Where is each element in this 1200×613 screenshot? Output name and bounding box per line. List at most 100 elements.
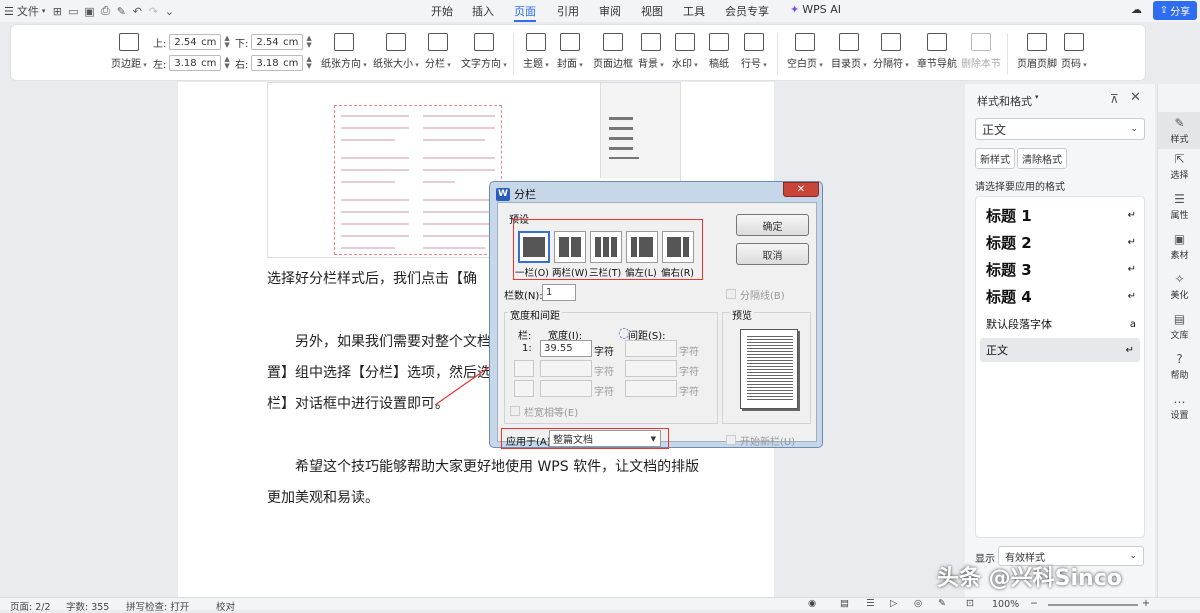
manuscript-button[interactable]: 稿纸 <box>709 33 729 70</box>
style-item-body[interactable]: 正文 ↵ <box>980 338 1140 362</box>
header-footer-button[interactable]: 页眉页脚 <box>1017 33 1057 70</box>
spin-icon[interactable]: ▲ ▼ <box>224 56 229 70</box>
zoom-level[interactable]: 100% <box>992 599 1019 610</box>
section-nav-button[interactable]: 章节导航 <box>917 33 957 70</box>
row2-width-input[interactable] <box>540 360 592 377</box>
spell-check[interactable]: 拼写检查: 打开 <box>126 599 189 613</box>
left-margin-field[interactable]: 左: 3.18 cm ▲ ▼ <box>153 55 230 71</box>
rightbar-settings[interactable]: … 设置 <box>1158 392 1200 421</box>
ok-button[interactable]: 确定 <box>736 214 809 236</box>
preset-one-column[interactable] <box>518 231 550 263</box>
row1-width-input[interactable]: 39.55 <box>540 340 592 357</box>
outline-view-icon[interactable]: ☰ <box>866 598 875 609</box>
globe-icon[interactable]: ◎ <box>914 598 922 609</box>
background-button[interactable]: 背景 <box>638 33 664 70</box>
style-item-default-font[interactable]: 默认段落字体 a <box>986 316 1136 332</box>
wps-ai-button[interactable]: ✦ WPS AI <box>790 3 841 16</box>
spin-icon[interactable]: ▲ ▼ <box>306 56 311 70</box>
more-icon[interactable]: ⌄ <box>161 3 177 19</box>
tab-home[interactable]: 开始 <box>431 3 453 19</box>
orientation-button[interactable]: 纸张方向 <box>321 33 367 70</box>
fit-icon[interactable]: ⊡ <box>966 598 974 609</box>
row3-width-input[interactable] <box>540 380 592 397</box>
cloud-icon[interactable]: ☁ <box>1131 3 1142 16</box>
undo-icon[interactable]: ↶ <box>129 3 145 19</box>
cancel-button[interactable]: 取消 <box>736 243 809 265</box>
tab-tools[interactable]: 工具 <box>683 3 705 19</box>
rightbar-help[interactable]: ? 帮助 <box>1158 352 1200 381</box>
close-icon[interactable]: ✕ <box>1130 90 1141 105</box>
delete-section-button[interactable]: 删除本节 <box>961 33 1001 70</box>
columns-count-input[interactable]: 1 <box>542 284 576 301</box>
preset-three-columns[interactable] <box>590 231 622 263</box>
new-column-checkbox[interactable] <box>726 435 736 445</box>
cover-button[interactable]: 封面 <box>557 33 583 70</box>
dialog-title-bar[interactable]: W 分栏 <box>496 186 536 202</box>
zoom-slider[interactable] <box>1048 604 1138 606</box>
pin-icon[interactable]: ⊼ <box>1110 92 1119 106</box>
spin-icon[interactable]: ▲ ▼ <box>224 35 229 49</box>
theme-button[interactable]: 主题 <box>523 33 549 70</box>
line-number-button[interactable]: 行号 <box>741 33 767 70</box>
page-border-button[interactable]: 页面边框 <box>593 33 633 70</box>
bottom-margin-field[interactable]: 下: 2.54 cm ▲ ▼ <box>235 34 312 50</box>
separator-button[interactable]: 分隔符 <box>873 33 909 70</box>
page-number-button[interactable]: 页码 <box>1061 33 1087 70</box>
current-style-dropdown[interactable]: 正文 ⌄ <box>975 118 1145 140</box>
rightbar-styles[interactable]: ✎ 样式 <box>1158 112 1200 149</box>
row1-spacing-input[interactable] <box>625 340 677 357</box>
dialog-close-button[interactable]: ✕ <box>783 182 819 197</box>
open-icon[interactable]: ▭ <box>65 3 81 19</box>
toc-page-button[interactable]: 目录页 <box>831 33 867 70</box>
tab-insert[interactable]: 插入 <box>472 3 494 19</box>
rightbar-select[interactable]: ⇱ 选择 <box>1158 152 1200 181</box>
clear-format-button[interactable]: 清除格式 <box>1017 148 1067 169</box>
proofread[interactable]: 校对 <box>216 599 235 613</box>
top-margin-field[interactable]: 上: 2.54 cm ▲ ▼ <box>153 34 230 50</box>
tab-reference[interactable]: 引用 <box>557 3 579 19</box>
apply-to-select[interactable]: 整篇文档 ▼ <box>549 430 661 447</box>
page-view-icon[interactable]: ▤ <box>840 598 849 609</box>
text-direction-button[interactable]: 文字方向 <box>461 33 507 70</box>
row3-spacing-input[interactable] <box>625 380 677 397</box>
print-icon[interactable]: ⎙ <box>97 3 113 19</box>
zoom-out-icon[interactable]: − <box>1030 598 1038 609</box>
preset-left[interactable] <box>626 231 658 263</box>
equal-width-checkbox[interactable] <box>510 406 520 416</box>
redo-icon[interactable]: ↷ <box>145 3 161 19</box>
rightbar-beautify[interactable]: ✧ 美化 <box>1158 272 1200 301</box>
pen-icon[interactable]: ✎ <box>938 598 946 609</box>
tab-view[interactable]: 视图 <box>641 3 663 19</box>
file-menu[interactable]: ☰ 文件 ▾ <box>0 0 49 22</box>
row2-spacing-input[interactable] <box>625 360 677 377</box>
rightbar-library[interactable]: ▤ 文库 <box>1158 312 1200 341</box>
right-margin-field[interactable]: 右: 3.18 cm ▲ ▼ <box>235 55 312 71</box>
eye-icon[interactable]: ◉ <box>808 598 816 609</box>
word-count[interactable]: 字数: 355 <box>66 599 109 613</box>
watermark-button[interactable]: 水印 <box>672 33 698 70</box>
web-view-icon[interactable]: ▷ <box>890 598 897 609</box>
new-doc-icon[interactable]: ⊞ <box>49 3 65 19</box>
style-item-heading3[interactable]: 标题 3 ↵ <box>986 259 1136 280</box>
save-icon[interactable]: ▣ <box>81 3 97 19</box>
rightbar-materials[interactable]: ▣ 素材 <box>1158 232 1200 261</box>
style-item-heading1[interactable]: 标题 1 ↵ <box>986 205 1136 226</box>
preset-two-columns[interactable] <box>554 231 586 263</box>
row1-width-unit[interactable]: 字符 <box>594 343 614 358</box>
tab-page[interactable]: 页面 <box>514 3 536 22</box>
new-style-button[interactable]: 新样式 <box>975 148 1015 169</box>
separator-checkbox[interactable] <box>726 289 736 299</box>
paper-size-button[interactable]: 纸张大小 <box>373 33 419 70</box>
style-item-heading2[interactable]: 标题 2 ↵ <box>986 232 1136 253</box>
columns-button[interactable]: 分栏 <box>425 33 451 70</box>
format-painter-icon[interactable]: ✎ <box>113 3 129 19</box>
styles-panel-title[interactable]: 样式和格式 ▾ <box>977 93 1039 109</box>
rightbar-properties[interactable]: ☰ 属性 <box>1158 192 1200 221</box>
margins-button[interactable]: 页边距 <box>111 33 147 70</box>
spin-icon[interactable]: ▲ ▼ <box>306 35 311 49</box>
share-button[interactable]: ⇪ 分享 <box>1153 1 1197 20</box>
style-item-heading4[interactable]: 标题 4 ↵ <box>986 286 1136 307</box>
tab-review[interactable]: 审阅 <box>599 3 621 19</box>
preset-right[interactable] <box>662 231 694 263</box>
blank-page-button[interactable]: 空白页 <box>787 33 823 70</box>
